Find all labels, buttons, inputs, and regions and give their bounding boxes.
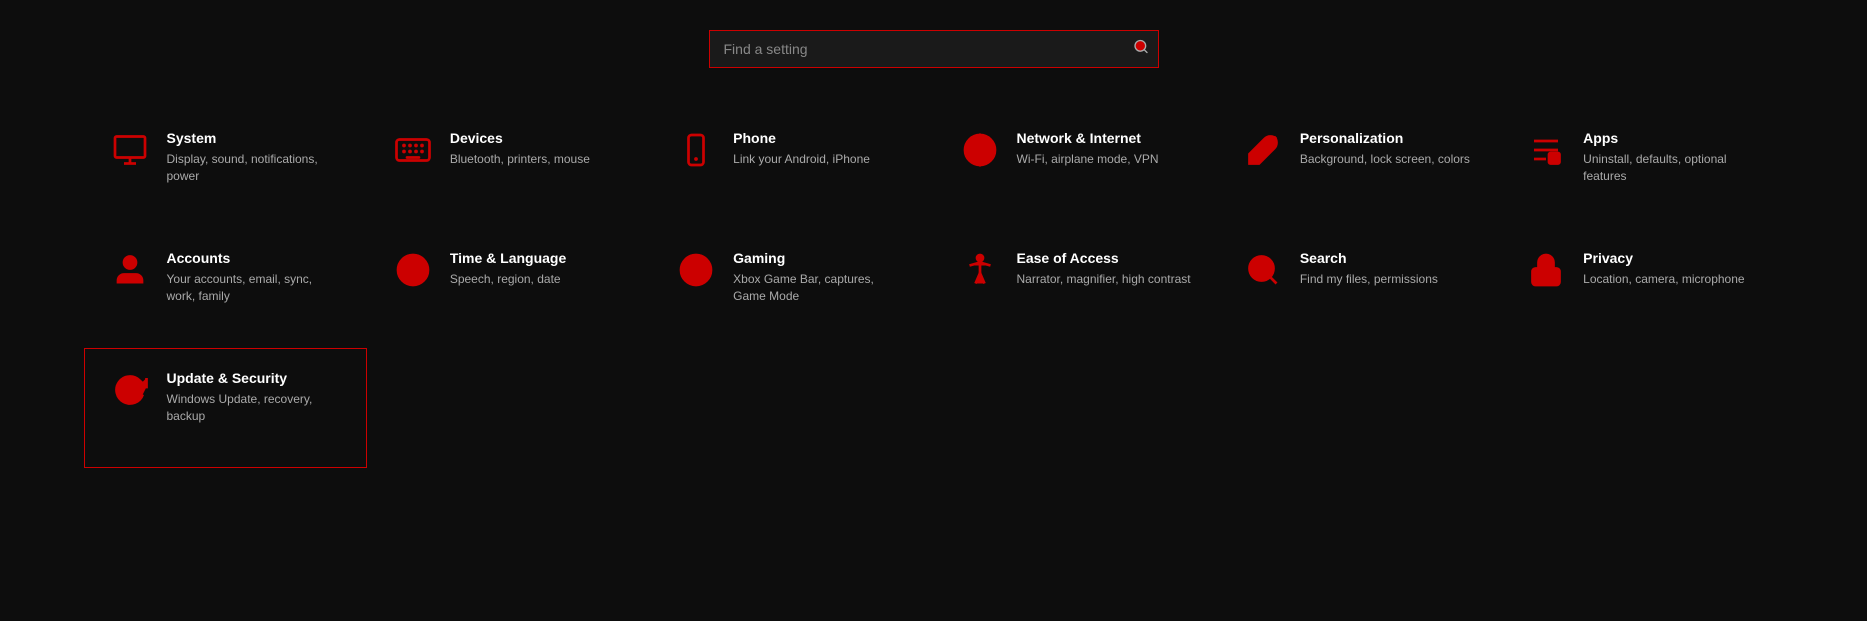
setting-title-update: Update & Security (167, 369, 342, 387)
setting-desc-time: Speech, region, date (450, 271, 566, 288)
setting-title-search: Search (1300, 249, 1438, 267)
setting-desc-update: Windows Update, recovery, backup (167, 391, 342, 425)
setting-desc-personalization: Background, lock screen, colors (1300, 151, 1470, 168)
setting-desc-network: Wi-Fi, airplane mode, VPN (1017, 151, 1159, 168)
setting-item-privacy[interactable]: Privacy Location, camera, microphone (1500, 228, 1783, 348)
globe-icon (959, 129, 1001, 171)
brush-icon (1242, 129, 1284, 171)
phone-icon (675, 129, 717, 171)
search-button[interactable] (1133, 39, 1149, 60)
setting-title-phone: Phone (733, 129, 870, 147)
setting-title-ease: Ease of Access (1017, 249, 1191, 267)
clock-icon (392, 249, 434, 291)
person-icon (109, 249, 151, 291)
search-input[interactable] (709, 30, 1159, 68)
setting-item-personalization[interactable]: Personalization Background, lock screen,… (1217, 108, 1500, 228)
setting-item-search[interactable]: Search Find my files, permissions (1217, 228, 1500, 348)
search-container (709, 30, 1159, 68)
setting-desc-ease: Narrator, magnifier, high contrast (1017, 271, 1191, 288)
setting-desc-gaming: Xbox Game Bar, captures, Game Mode (733, 271, 908, 305)
refresh-icon (109, 369, 151, 411)
setting-desc-search: Find my files, permissions (1300, 271, 1438, 288)
setting-desc-privacy: Location, camera, microphone (1583, 271, 1744, 288)
setting-item-phone[interactable]: Phone Link your Android, iPhone (650, 108, 933, 228)
setting-title-time: Time & Language (450, 249, 566, 267)
setting-title-system: System (167, 129, 342, 147)
lock-icon (1525, 249, 1567, 291)
setting-desc-phone: Link your Android, iPhone (733, 151, 870, 168)
apps-icon (1525, 129, 1567, 171)
setting-desc-apps: Uninstall, defaults, optional features (1583, 151, 1758, 185)
setting-text-time: Time & Language Speech, region, date (450, 249, 566, 288)
setting-item-system[interactable]: System Display, sound, notifications, po… (84, 108, 367, 228)
setting-text-personalization: Personalization Background, lock screen,… (1300, 129, 1470, 168)
setting-text-system: System Display, sound, notifications, po… (167, 129, 342, 185)
setting-text-ease: Ease of Access Narrator, magnifier, high… (1017, 249, 1191, 288)
setting-title-privacy: Privacy (1583, 249, 1744, 267)
setting-item-update[interactable]: Update & Security Windows Update, recove… (84, 348, 367, 468)
setting-text-apps: Apps Uninstall, defaults, optional featu… (1583, 129, 1758, 185)
setting-title-personalization: Personalization (1300, 129, 1470, 147)
accessibility-icon (959, 249, 1001, 291)
setting-text-network: Network & Internet Wi-Fi, airplane mode,… (1017, 129, 1159, 168)
setting-item-time[interactable]: Time & Language Speech, region, date (367, 228, 650, 348)
controller-icon (675, 249, 717, 291)
setting-text-privacy: Privacy Location, camera, microphone (1583, 249, 1744, 288)
setting-text-update: Update & Security Windows Update, recove… (167, 369, 342, 425)
search-icon (1242, 249, 1284, 291)
monitor-icon (109, 129, 151, 171)
setting-title-gaming: Gaming (733, 249, 908, 267)
setting-text-search: Search Find my files, permissions (1300, 249, 1438, 288)
setting-desc-accounts: Your accounts, email, sync, work, family (167, 271, 342, 305)
setting-item-apps[interactable]: Apps Uninstall, defaults, optional featu… (1500, 108, 1783, 228)
setting-title-network: Network & Internet (1017, 129, 1159, 147)
setting-item-gaming[interactable]: Gaming Xbox Game Bar, captures, Game Mod… (650, 228, 933, 348)
setting-text-phone: Phone Link your Android, iPhone (733, 129, 870, 168)
setting-desc-system: Display, sound, notifications, power (167, 151, 342, 185)
keyboard-icon (392, 129, 434, 171)
setting-item-devices[interactable]: Devices Bluetooth, printers, mouse (367, 108, 650, 228)
setting-title-apps: Apps (1583, 129, 1758, 147)
setting-text-gaming: Gaming Xbox Game Bar, captures, Game Mod… (733, 249, 908, 305)
setting-text-accounts: Accounts Your accounts, email, sync, wor… (167, 249, 342, 305)
setting-item-ease[interactable]: Ease of Access Narrator, magnifier, high… (934, 228, 1217, 348)
setting-text-devices: Devices Bluetooth, printers, mouse (450, 129, 590, 168)
setting-desc-devices: Bluetooth, printers, mouse (450, 151, 590, 168)
setting-item-network[interactable]: Network & Internet Wi-Fi, airplane mode,… (934, 108, 1217, 228)
settings-grid: System Display, sound, notifications, po… (84, 108, 1784, 468)
setting-item-accounts[interactable]: Accounts Your accounts, email, sync, wor… (84, 228, 367, 348)
setting-title-accounts: Accounts (167, 249, 342, 267)
setting-title-devices: Devices (450, 129, 590, 147)
